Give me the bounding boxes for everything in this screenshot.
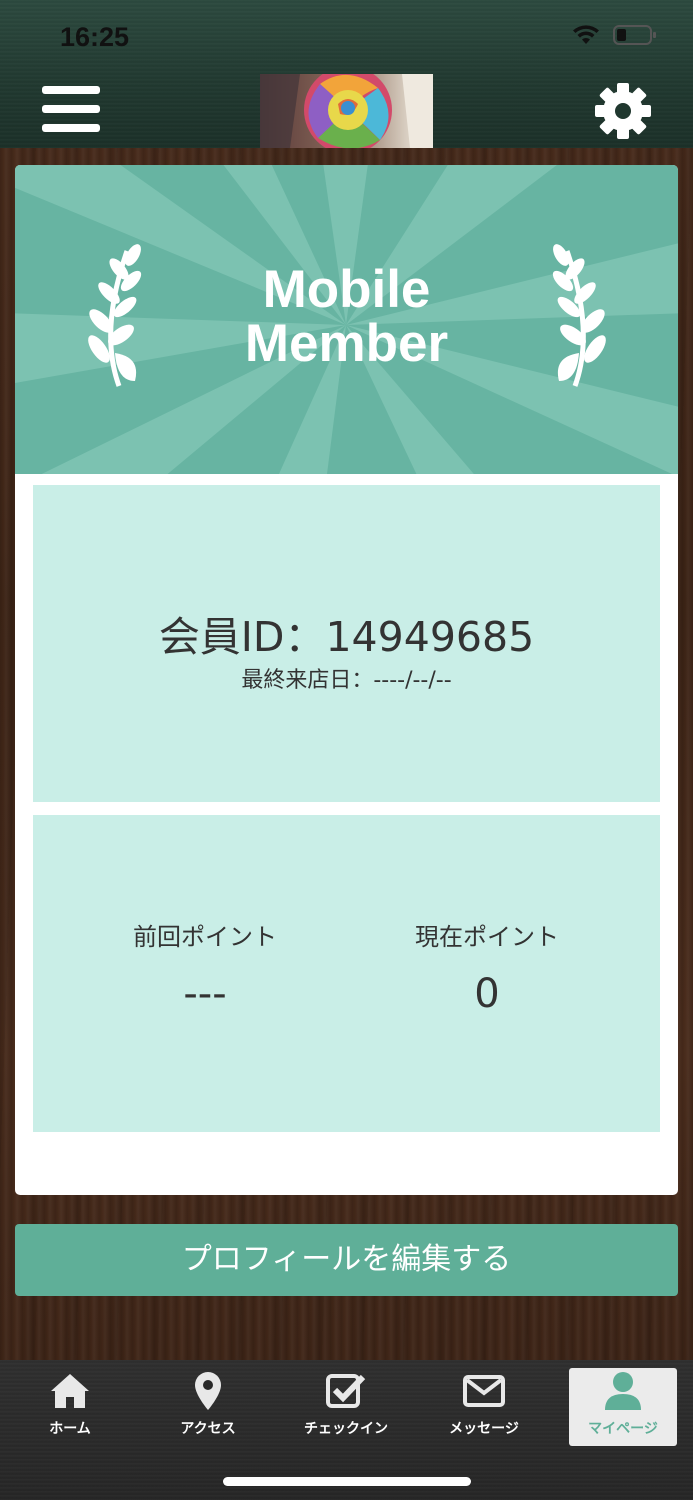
home-icon [51, 1374, 89, 1408]
tab-message-label: メッセージ [449, 1421, 519, 1437]
home-indicator[interactable] [223, 1477, 471, 1486]
app-header: 16:25 [0, 0, 693, 148]
tab-message[interactable]: メッセージ [430, 1368, 538, 1446]
wifi-icon [573, 25, 599, 44]
member-card: Mobile Member 会員ID：14949685 最終来店日：----/-… [15, 165, 678, 1195]
user-icon [605, 1372, 641, 1410]
laurel-right-icon [552, 244, 606, 387]
member-banner: Mobile Member [15, 165, 678, 474]
tab-checkin[interactable]: チェックイン [292, 1368, 400, 1446]
tab-home-label: ホーム [49, 1421, 91, 1437]
settings-button[interactable] [594, 82, 652, 140]
rainbow-rose-logo[interactable] [260, 74, 433, 148]
tab-access-label: アクセス [180, 1421, 236, 1437]
checkbox-icon [326, 1374, 366, 1408]
battery-icon [613, 25, 656, 45]
member-id: 会員ID：14949685 [158, 613, 535, 661]
tab-home[interactable]: ホーム [16, 1368, 124, 1446]
tab-mypage-label: マイページ [588, 1421, 658, 1437]
tab-checkin-label: チェックイン [304, 1421, 388, 1437]
tab-access[interactable]: アクセス [154, 1368, 262, 1446]
previous-points-label: 前回ポイント [133, 923, 277, 951]
current-points-value: 0 [474, 971, 500, 1017]
hamburger-menu-icon [42, 86, 100, 94]
gear-icon [595, 83, 651, 139]
edit-profile-button[interactable]: プロフィールを編集する [15, 1224, 678, 1296]
status-icons [571, 24, 657, 46]
menu-button[interactable] [42, 86, 100, 136]
map-pin-icon [195, 1372, 221, 1410]
envelope-icon [463, 1375, 505, 1407]
previous-points-value: --- [183, 971, 227, 1017]
last-visit-date: 最終来店日：----/--/-- [241, 668, 452, 693]
status-time: 16:25 [60, 22, 130, 52]
current-points-label: 現在ポイント [415, 923, 559, 951]
tab-mypage[interactable]: マイページ [569, 1368, 677, 1446]
